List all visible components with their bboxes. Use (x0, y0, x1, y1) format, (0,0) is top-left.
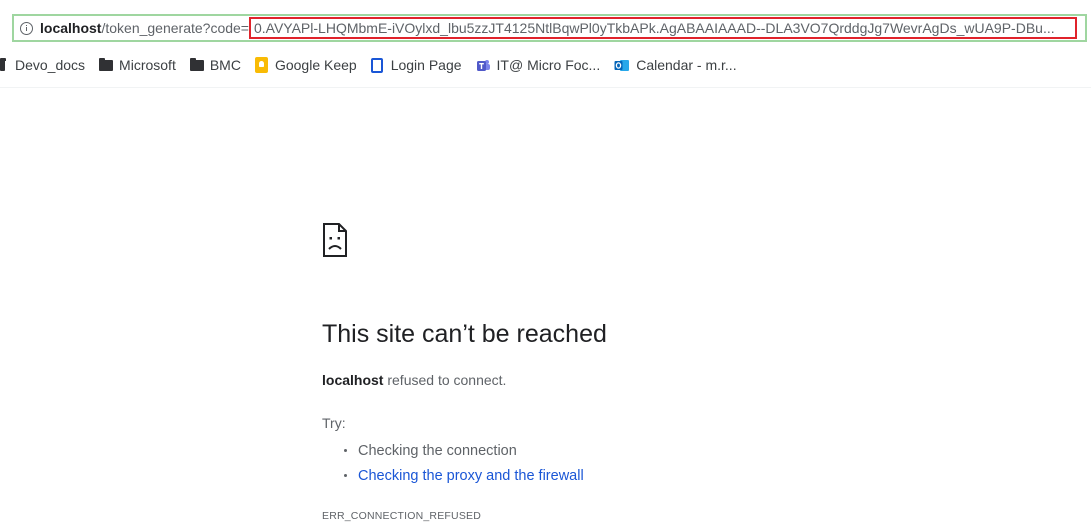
try-label: Try: (322, 415, 346, 431)
error-host: localhost (322, 372, 384, 388)
bookmark-label: Devo_docs (15, 57, 86, 73)
folder-icon (99, 57, 114, 71)
bookmark-label: IT@ Micro Foc... (496, 57, 601, 73)
bookmark-label: BMC (209, 57, 241, 73)
error-icon-wrap (322, 222, 822, 263)
suggestion-check-connection: Checking the connection (358, 442, 517, 459)
login-page-icon (370, 57, 383, 73)
bookmark-login-page[interactable]: Login Page (370, 57, 462, 73)
suggestions-list: Checking the connection Checking the pro… (322, 438, 584, 488)
google-keep-icon (254, 57, 268, 73)
bookmark-label: Calendar - m.r... (636, 57, 737, 73)
bullet-icon (344, 474, 347, 477)
bullet-icon (344, 449, 347, 452)
url-text[interactable]: localhost /token_generate?code= 0.AVYAPl… (40, 16, 1077, 40)
bookmark-microsoft[interactable]: Microsoft (99, 57, 176, 73)
error-message-text: refused to connect. (383, 372, 507, 388)
bookmarks-bar: Devo_docs Microsoft BMC Google Keep Logi… (0, 50, 1091, 80)
suggestion-check-proxy-link[interactable]: Checking the proxy and the firewall (358, 468, 584, 484)
toolbar-divider (0, 87, 1091, 88)
bookmark-label: Google Keep (274, 57, 357, 73)
bookmark-calendar[interactable]: Calendar - m.r... (614, 57, 737, 73)
url-host: localhost (40, 20, 102, 36)
error-title: This site can’t be reached (322, 320, 607, 348)
sad-page-icon (323, 223, 347, 257)
info-icon[interactable] (20, 21, 33, 35)
list-item: Checking the connection (322, 438, 584, 463)
bookmark-it-micro-focus[interactable]: IT@ Micro Foc... (476, 57, 601, 73)
bookmark-bmc[interactable]: BMC (189, 57, 241, 73)
error-message: localhost refused to connect. (322, 372, 506, 388)
window-top-edge (0, 0, 1091, 8)
outlook-icon (614, 59, 630, 71)
bookmark-devo-docs[interactable]: Devo_docs (0, 57, 85, 73)
bookmark-label: Login Page (390, 57, 462, 73)
url-code-highlight: 0.AVYAPl-LHQMbmE-iVOylxd_lbu5zzJT4125Ntl… (248, 17, 1077, 39)
folder-icon (0, 57, 6, 71)
teams-icon (476, 59, 490, 71)
error-code: ERR_CONNECTION_REFUSED (322, 510, 482, 522)
url-path: /token_generate?code= (101, 20, 249, 36)
folder-icon (189, 57, 204, 71)
list-item: Checking the proxy and the firewall (322, 463, 584, 488)
bookmark-google-keep[interactable]: Google Keep (254, 57, 357, 73)
address-bar[interactable]: localhost /token_generate?code= 0.AVYAPl… (12, 14, 1087, 42)
bookmark-label: Microsoft (119, 57, 176, 73)
